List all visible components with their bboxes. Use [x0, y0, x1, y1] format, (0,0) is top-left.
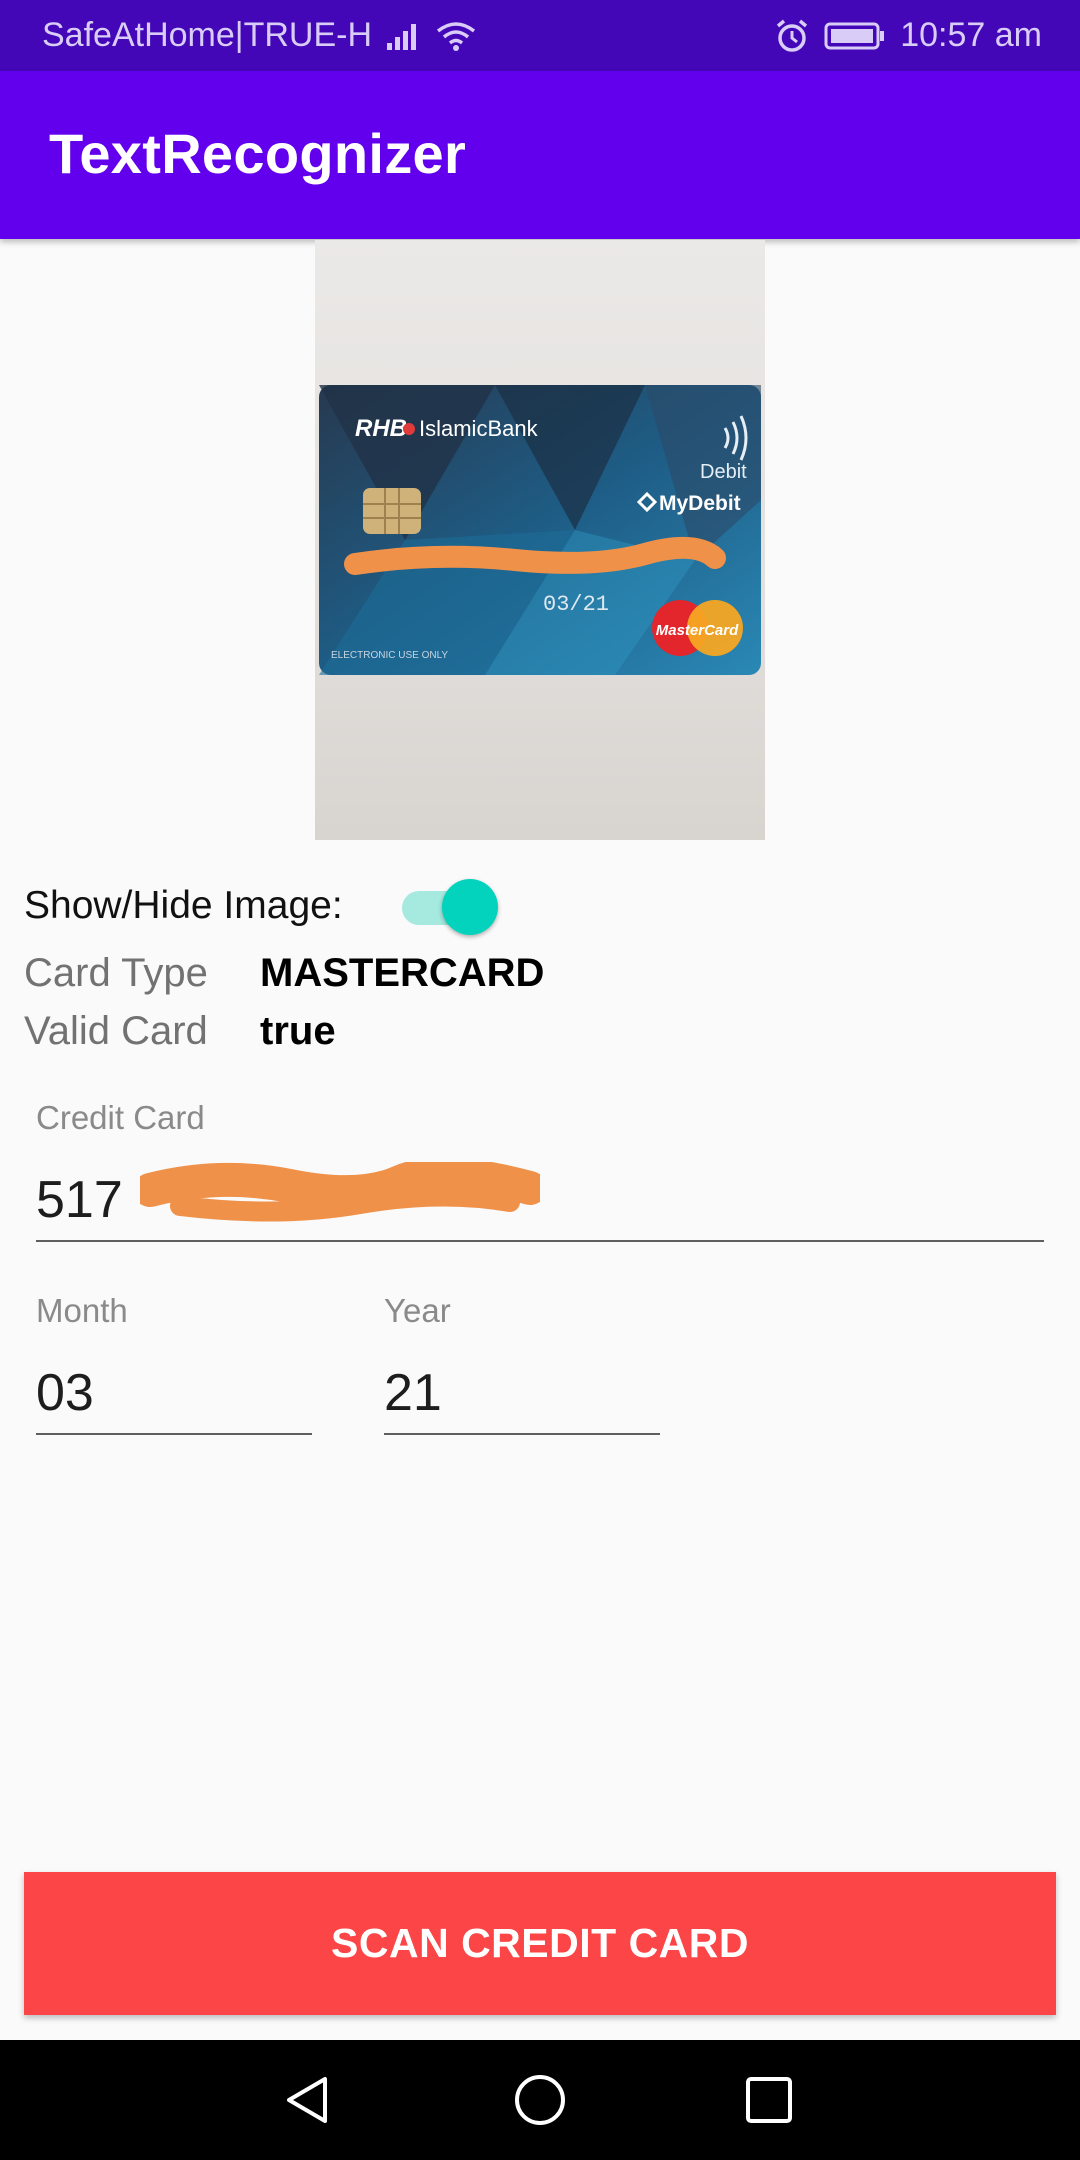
card-type-label: Card Type	[24, 951, 208, 995]
month-underline	[36, 1433, 312, 1435]
year-underline	[384, 1433, 660, 1435]
mastercard-logo-icon: MasterCard	[652, 600, 743, 656]
show-hide-label: Show/Hide Image:	[24, 884, 343, 927]
alarm-icon	[774, 18, 810, 54]
valid-card-value: true	[260, 1009, 336, 1053]
bank-logo: RHB	[355, 415, 407, 442]
year-input[interactable]	[384, 1363, 654, 1423]
month-field-label: Month	[36, 1292, 128, 1329]
carrier-name: SafeAtHome|TRUE-H	[42, 16, 373, 54]
switch-thumb[interactable]	[442, 879, 498, 935]
navigation-bar	[0, 2040, 1080, 2160]
debit-label: Debit	[700, 461, 747, 483]
scan-credit-card-button[interactable]: SCAN CREDIT CARD	[24, 1872, 1056, 2015]
card-chip-icon	[363, 488, 421, 534]
card-type-value: MASTERCARD	[260, 951, 545, 995]
valid-card-label: Valid Card	[24, 1009, 208, 1053]
month-input[interactable]	[36, 1363, 306, 1423]
bank-name: IslamicBank	[419, 416, 539, 441]
home-icon[interactable]	[507, 2067, 573, 2133]
card-footer-text: ELECTRONIC USE ONLY	[331, 650, 448, 661]
show-hide-image-switch[interactable]	[400, 876, 500, 936]
recents-icon[interactable]	[736, 2067, 802, 2133]
app-title: TextRecognizer	[49, 122, 467, 185]
credit-card-graphic: RHB IslamicBank Debit MyDebit 03/21 ELEC…	[319, 385, 761, 675]
credit-card-field-label: Credit Card	[36, 1099, 205, 1136]
back-icon[interactable]	[275, 2067, 341, 2133]
status-bar: SafeAtHome|TRUE-H 10:57 am	[0, 0, 1080, 71]
wifi-icon	[436, 20, 476, 52]
signal-icon	[386, 21, 422, 51]
credit-card-underline	[36, 1240, 1044, 1242]
battery-icon	[824, 21, 886, 51]
credit-card-redaction	[140, 1162, 540, 1222]
card-photo: RHB IslamicBank Debit MyDebit 03/21 ELEC…	[315, 240, 765, 840]
bank-logo-mark	[403, 423, 415, 435]
app-bar: TextRecognizer	[0, 71, 1080, 239]
clock-time: 10:57 am	[900, 16, 1042, 54]
mydebit-label: MyDebit	[659, 492, 741, 515]
card-expiry: 03/21	[543, 592, 609, 617]
year-field-label: Year	[384, 1292, 451, 1329]
mastercard-logo-text: MasterCard	[656, 622, 739, 639]
